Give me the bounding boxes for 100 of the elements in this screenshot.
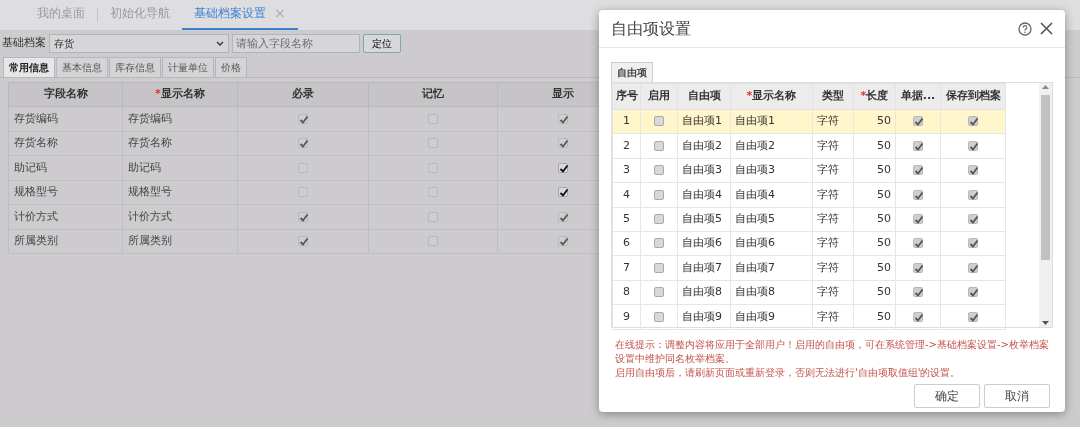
scroll-down-icon[interactable]	[1042, 321, 1049, 325]
checkbox[interactable]	[968, 214, 978, 224]
table-cell: 自由项5	[677, 207, 731, 232]
table-cell: 50	[853, 280, 896, 305]
checkbox[interactable]	[558, 187, 568, 197]
table-cell: 所属类别	[122, 229, 238, 254]
checkbox[interactable]	[913, 311, 923, 322]
tab[interactable]: 基本信息	[56, 57, 108, 77]
table-row[interactable]: 2 自由项2 自由项2 字符 50	[612, 133, 1006, 159]
checkbox[interactable]	[968, 165, 978, 176]
column-header: 单据...	[895, 83, 941, 110]
tab[interactable]: 常用信息	[3, 57, 55, 77]
table-cell: 规格型号	[122, 180, 238, 205]
checkbox[interactable]	[913, 165, 923, 176]
table-cell: 助记码	[122, 155, 238, 180]
checkbox[interactable]	[968, 287, 978, 298]
search-field[interactable]: 请输入字段名称	[232, 34, 360, 53]
checkbox[interactable]	[654, 262, 664, 273]
locate-button[interactable]: 定位	[363, 34, 401, 53]
table-cell: 存货名称	[122, 131, 238, 156]
table-cell: 1	[612, 109, 641, 134]
ok-button[interactable]: 确定	[914, 384, 980, 408]
table-cell: 规格型号	[8, 180, 123, 205]
checkbox[interactable]	[913, 287, 923, 298]
table-cell: 4	[612, 182, 641, 208]
table-row[interactable]: 6 自由项6 自由项6 字符 50	[612, 231, 1006, 256]
field-label: 基础档案	[2, 35, 46, 52]
checkbox[interactable]	[968, 262, 978, 273]
table-cell: 9	[612, 304, 641, 329]
table-cell: 6	[612, 231, 641, 256]
table-cell: 自由项7	[677, 255, 731, 281]
checkbox[interactable]	[913, 238, 923, 249]
table-cell: 自由项5	[730, 207, 813, 232]
checkbox[interactable]	[654, 165, 664, 176]
table-cell: 2	[612, 133, 641, 159]
table-cell: 自由项6	[677, 231, 731, 256]
checkbox[interactable]	[968, 189, 978, 200]
checkbox[interactable]	[968, 140, 978, 151]
checkbox[interactable]	[913, 262, 923, 273]
column-header: 保存到档案	[940, 83, 1006, 110]
checkbox[interactable]	[654, 287, 664, 298]
checkbox[interactable]	[913, 214, 923, 224]
table-cell: 8	[612, 280, 641, 305]
table-cell: 计价方式	[8, 204, 123, 229]
table-cell: 存货名称	[8, 131, 123, 156]
column-header: 类型	[812, 83, 854, 110]
archive-select[interactable]: 存货	[49, 34, 229, 53]
table-cell: 50	[853, 255, 896, 281]
checkbox[interactable]	[654, 214, 664, 224]
table-cell: 50	[853, 158, 896, 183]
checkbox[interactable]	[654, 238, 664, 249]
table-cell: 自由项9	[677, 304, 731, 329]
tab[interactable]: 价格	[215, 57, 247, 77]
checkbox[interactable]	[654, 116, 664, 127]
table-row[interactable]: 9 自由项9 自由项9 字符 50	[612, 304, 1006, 329]
table-row[interactable]: 3 自由项3 自由项3 字符 50	[612, 158, 1006, 183]
column-header: *显示名称	[122, 82, 238, 107]
column-header: 必录	[237, 82, 369, 107]
tab[interactable]: 自由项	[611, 62, 653, 82]
table-row[interactable]: 8 自由项8 自由项8 字符 50	[612, 280, 1006, 305]
close-icon[interactable]	[1040, 22, 1053, 35]
tab[interactable]: 库存信息	[109, 57, 161, 77]
table-cell: 字符	[812, 133, 854, 159]
table-cell: 字符	[812, 280, 854, 305]
checkbox[interactable]	[913, 140, 923, 151]
checkbox[interactable]	[913, 116, 923, 127]
checkbox[interactable]	[654, 311, 664, 322]
checkbox[interactable]	[968, 311, 978, 322]
table-cell: 计价方式	[122, 204, 238, 229]
table-cell: 自由项6	[730, 231, 813, 256]
cancel-button[interactable]: 取消	[984, 384, 1050, 408]
checkbox[interactable]	[968, 238, 978, 249]
table-cell: 自由项7	[730, 255, 813, 281]
checkbox[interactable]	[558, 162, 568, 173]
help-icon[interactable]	[1018, 21, 1032, 36]
checkbox[interactable]	[913, 189, 923, 200]
scrollbar[interactable]	[1039, 83, 1052, 327]
column-header: 启用	[640, 83, 678, 110]
table-cell: 助记码	[8, 155, 123, 180]
scroll-up-icon[interactable]	[1042, 85, 1049, 89]
table-cell: 存货编码	[122, 106, 238, 131]
table-cell: 自由项1	[730, 109, 813, 134]
table-cell: 自由项8	[730, 280, 813, 305]
table-cell: 字符	[812, 207, 854, 232]
table-row[interactable]: 7 自由项7 自由项7 字符 50	[612, 255, 1006, 281]
checkbox[interactable]	[968, 116, 978, 127]
table-row[interactable]: 1 自由项1 自由项1 字符 50	[612, 109, 1006, 134]
tab[interactable]: 计量单位	[162, 57, 214, 77]
table-cell: 自由项3	[677, 158, 731, 183]
table-cell: 50	[853, 231, 896, 256]
checkbox[interactable]	[654, 189, 664, 200]
table-cell: 自由项3	[730, 158, 813, 183]
table-cell: 自由项9	[730, 304, 813, 329]
checkbox[interactable]	[654, 140, 664, 151]
table-cell: 自由项2	[677, 133, 731, 159]
table-row[interactable]: 5 自由项5 自由项5 字符 50	[612, 207, 1006, 232]
table-cell: 50	[853, 304, 896, 329]
table-row[interactable]: 4 自由项4 自由项4 字符 50	[612, 182, 1006, 208]
table-cell: 3	[612, 158, 641, 183]
column-header: *长度	[853, 83, 896, 110]
